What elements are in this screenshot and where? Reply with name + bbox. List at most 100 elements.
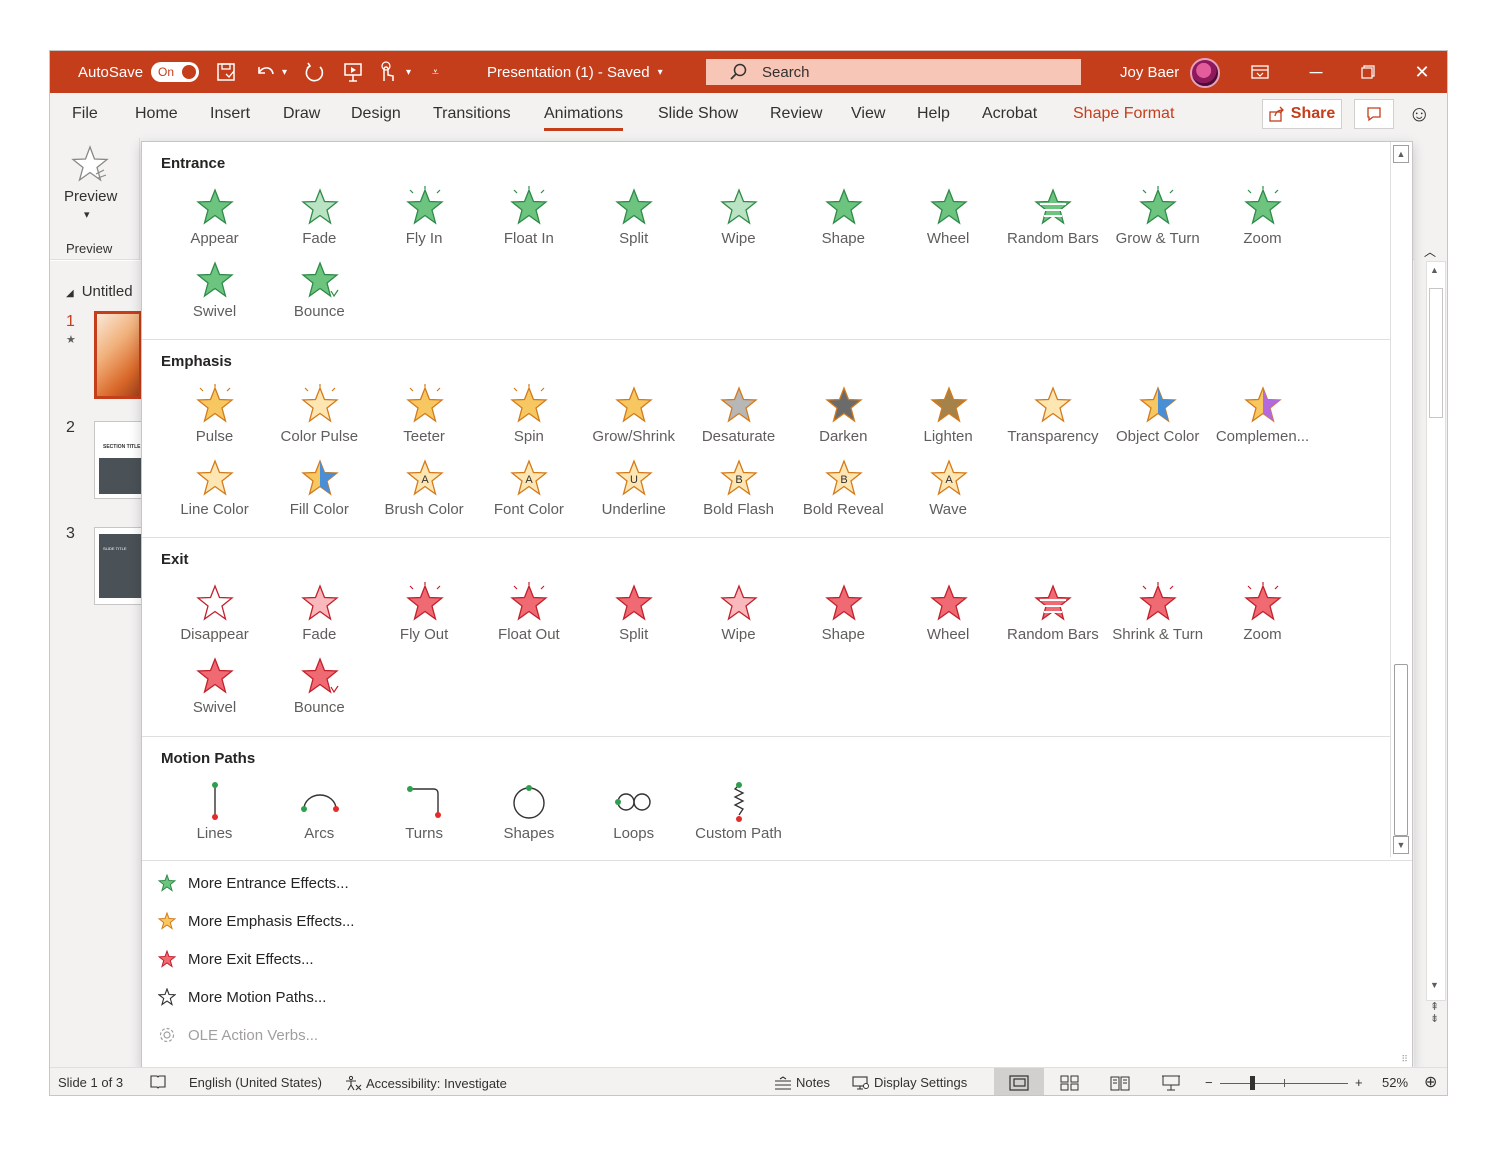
restore-icon[interactable] <box>1348 51 1388 93</box>
exit-effect-disappear[interactable]: Disappear <box>162 582 267 652</box>
save-icon[interactable] <box>216 51 236 93</box>
zoom-slider-knob[interactable] <box>1250 1076 1255 1090</box>
notes-button[interactable]: Notes <box>774 1075 830 1090</box>
emphasis-effect-object-color[interactable]: Object Color <box>1105 384 1210 454</box>
zoom-level[interactable]: 52% <box>1382 1075 1408 1090</box>
ole-action-verbs[interactable]: OLE Action Verbs... <box>158 1023 318 1047</box>
scroll-up-icon[interactable]: ▲ <box>1430 265 1439 275</box>
motion-path-loops[interactable]: Loops <box>581 781 686 851</box>
entrance-effect-wipe[interactable]: Wipe <box>686 186 791 256</box>
search-box[interactable]: Search <box>706 59 1081 85</box>
comments-button[interactable] <box>1354 99 1394 129</box>
reading-view-icon[interactable] <box>1095 1068 1145 1095</box>
scroll-down-icon[interactable]: ▼ <box>1430 980 1439 990</box>
section-header[interactable]: ◢ Untitled <box>66 283 133 300</box>
emphasis-effect-underline[interactable]: U Underline <box>581 457 686 527</box>
entrance-effect-appear[interactable]: Appear <box>162 186 267 256</box>
tab-acrobat[interactable]: Acrobat <box>982 105 1037 123</box>
minimize-icon[interactable]: ─ <box>1296 51 1336 93</box>
tab-view[interactable]: View <box>851 105 885 123</box>
start-from-beginning-icon[interactable] <box>342 51 364 93</box>
exit-effect-split[interactable]: Split <box>581 582 686 652</box>
emphasis-effect-bold-flash[interactable]: B Bold Flash <box>686 457 791 527</box>
tab-insert[interactable]: Insert <box>210 105 250 123</box>
emphasis-effect-lighten[interactable]: Lighten <box>896 384 1001 454</box>
emphasis-effect-pulse[interactable]: Pulse <box>162 384 267 454</box>
ribbon-display-icon[interactable] <box>1240 51 1280 93</box>
more-emphasis-effects[interactable]: More Emphasis Effects... <box>158 909 354 933</box>
slide-show-view-icon[interactable] <box>1146 1068 1196 1095</box>
language[interactable]: English (United States) <box>189 1075 322 1090</box>
scroll-thumb[interactable] <box>1429 288 1443 418</box>
preview-star-icon[interactable] <box>70 144 110 184</box>
spelling-icon[interactable] <box>150 1075 166 1089</box>
exit-effect-fly-out[interactable]: Fly Out <box>372 582 477 652</box>
exit-effect-bounce[interactable]: Bounce <box>267 655 372 725</box>
entrance-effect-fade[interactable]: Fade <box>267 186 372 256</box>
entrance-effect-bounce[interactable]: Bounce <box>267 259 372 329</box>
emphasis-effect-bold-reveal[interactable]: B Bold Reveal <box>791 457 896 527</box>
emphasis-effect-wave[interactable]: A Wave <box>896 457 1001 527</box>
slide-thumbnail-1[interactable] <box>94 311 142 399</box>
emphasis-effect-line-color[interactable]: Line Color <box>162 457 267 527</box>
feedback-smiley-icon[interactable]: ☺ <box>1408 101 1430 127</box>
gallery-scrollbar[interactable]: ▲ ▼ <box>1390 142 1411 857</box>
share-button[interactable]: Share <box>1262 99 1342 129</box>
zoom-in-icon[interactable]: + <box>1355 1075 1363 1090</box>
emphasis-effect-color-pulse[interactable]: Color Pulse <box>267 384 372 454</box>
motion-path-custom-path[interactable]: Custom Path <box>686 781 791 851</box>
emphasis-effect-font-color[interactable]: A Font Color <box>476 457 581 527</box>
emphasis-effect-darken[interactable]: Darken <box>791 384 896 454</box>
autosave-toggle[interactable]: On <box>151 62 199 82</box>
tab-transitions[interactable]: Transitions <box>433 105 511 123</box>
touch-dropdown-icon[interactable]: ▾ <box>406 51 411 93</box>
tab-home[interactable]: Home <box>135 105 178 123</box>
close-icon[interactable]: ✕ <box>1402 51 1442 93</box>
undo-dropdown-icon[interactable]: ▾ <box>282 51 287 93</box>
collapse-ribbon-icon[interactable]: ︿ <box>1424 243 1436 260</box>
tab-draw[interactable]: Draw <box>283 105 320 123</box>
undo-icon[interactable] <box>254 51 276 93</box>
entrance-effect-shape[interactable]: Shape <box>791 186 896 256</box>
preview-button[interactable]: Preview <box>64 188 117 205</box>
entrance-effect-grow-turn[interactable]: Grow & Turn <box>1105 186 1210 256</box>
tab-help[interactable]: Help <box>917 105 950 123</box>
entrance-effect-fly-in[interactable]: Fly In <box>372 186 477 256</box>
gallery-scroll-up-icon[interactable]: ▲ <box>1393 145 1409 163</box>
more-motion-paths[interactable]: More Motion Paths... <box>158 985 326 1009</box>
emphasis-effect-brush-color[interactable]: A Brush Color <box>372 457 477 527</box>
entrance-effect-zoom[interactable]: Zoom <box>1210 186 1315 256</box>
gallery-scroll-thumb[interactable] <box>1394 664 1408 836</box>
more-exit-effects[interactable]: More Exit Effects... <box>158 947 314 971</box>
tab-review[interactable]: Review <box>770 105 822 123</box>
slide-sorter-icon[interactable] <box>1045 1068 1095 1095</box>
emphasis-effect-grow-shrink[interactable]: Grow/Shrink <box>581 384 686 454</box>
emphasis-effect-spin[interactable]: Spin <box>476 384 581 454</box>
motion-path-shapes[interactable]: Shapes <box>476 781 581 851</box>
exit-effect-float-out[interactable]: Float Out <box>476 582 581 652</box>
avatar[interactable] <box>1190 58 1220 88</box>
redo-icon[interactable] <box>304 51 326 93</box>
motion-path-arcs[interactable]: Arcs <box>267 781 372 851</box>
slide-thumbnail-3[interactable]: SLIDE TITLE <box>94 527 142 605</box>
fit-slide-icon[interactable]: ⊕ <box>1424 1072 1437 1092</box>
exit-effect-fade[interactable]: Fade <box>267 582 372 652</box>
tab-shape-format[interactable]: Shape Format <box>1073 105 1174 123</box>
normal-view-icon[interactable] <box>994 1068 1044 1095</box>
entrance-effect-swivel[interactable]: Swivel <box>162 259 267 329</box>
preview-dropdown-icon[interactable]: ▾ <box>84 208 90 221</box>
exit-effect-wipe[interactable]: Wipe <box>686 582 791 652</box>
gallery-scroll-down-icon[interactable]: ▼ <box>1393 836 1409 854</box>
emphasis-effect-teeter[interactable]: Teeter <box>372 384 477 454</box>
motion-path-lines[interactable]: Lines <box>162 781 267 851</box>
emphasis-effect-transparency[interactable]: Transparency <box>1000 384 1105 454</box>
more-entrance-effects[interactable]: More Entrance Effects... <box>158 871 349 895</box>
user-name[interactable]: Joy Baer <box>1120 51 1179 93</box>
exit-effect-random-bars[interactable]: Random Bars <box>1000 582 1105 652</box>
entrance-effect-split[interactable]: Split <box>581 186 686 256</box>
customize-qat-icon[interactable]: ⩡ <box>432 51 439 93</box>
entrance-effect-random-bars[interactable]: Random Bars <box>1000 186 1105 256</box>
tab-animations[interactable]: Animations <box>544 105 624 131</box>
tab-design[interactable]: Design <box>351 105 401 123</box>
touch-mode-icon[interactable] <box>376 51 398 93</box>
